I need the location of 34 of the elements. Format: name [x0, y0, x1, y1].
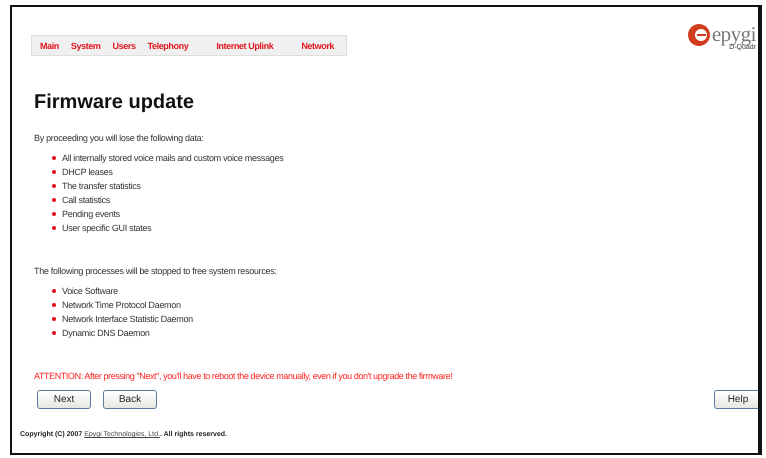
- bullet-icon: [52, 156, 56, 160]
- nav-tab[interactable]: System: [64, 40, 107, 50]
- bullet-icon: [52, 331, 56, 335]
- action-button[interactable]: Help: [714, 390, 758, 409]
- intro-text: By proceeding you will lose the following data:: [34, 133, 205, 143]
- list-item: Dynamic DNS Daemon: [62, 328, 150, 338]
- bullet-icon: [52, 184, 56, 188]
- list-item: The transfer statistics: [62, 181, 141, 191]
- nav-tab[interactable]: Network: [295, 40, 340, 50]
- bullet-icon: [52, 212, 56, 216]
- list-item: Network Time Protocol Daemon: [62, 300, 181, 310]
- bullet-icon: [52, 289, 56, 293]
- bullet-icon: [52, 170, 56, 174]
- logo-icon: [686, 22, 711, 46]
- action-button[interactable]: Back: [103, 390, 157, 409]
- nav-tab[interactable]: Internet Uplink: [194, 40, 296, 50]
- list-item: Network Interface Statistic Daemon: [62, 314, 193, 324]
- list-item: DHCP leases: [62, 167, 113, 177]
- intro-text: The following processes will be stopped to free system resources:: [34, 266, 278, 276]
- list-item: Call statistics: [62, 195, 110, 205]
- bullet-icon: [52, 198, 56, 202]
- action-button[interactable]: Next: [37, 390, 91, 409]
- bullet-icon: [52, 226, 56, 230]
- page-title: Firmware update: [34, 91, 196, 114]
- list-item: User specific GUI states: [62, 223, 152, 233]
- list-item: Voice Software: [62, 286, 118, 296]
- bullet-icon: [52, 317, 56, 321]
- nav-tab[interactable]: Telephony: [142, 40, 194, 50]
- attention-text: ATTENTION: After pressing "Next", you'll have to reboot the device manually, even if you don't upgrade the firmware!: [34, 371, 454, 381]
- list-item: Pending events: [62, 209, 120, 219]
- bullet-icon: [52, 303, 56, 307]
- nav-tab[interactable]: Main: [34, 40, 65, 50]
- nav-tab[interactable]: Users: [106, 40, 142, 50]
- list-item: All internally stored voice mails and custom voice messages: [62, 153, 284, 163]
